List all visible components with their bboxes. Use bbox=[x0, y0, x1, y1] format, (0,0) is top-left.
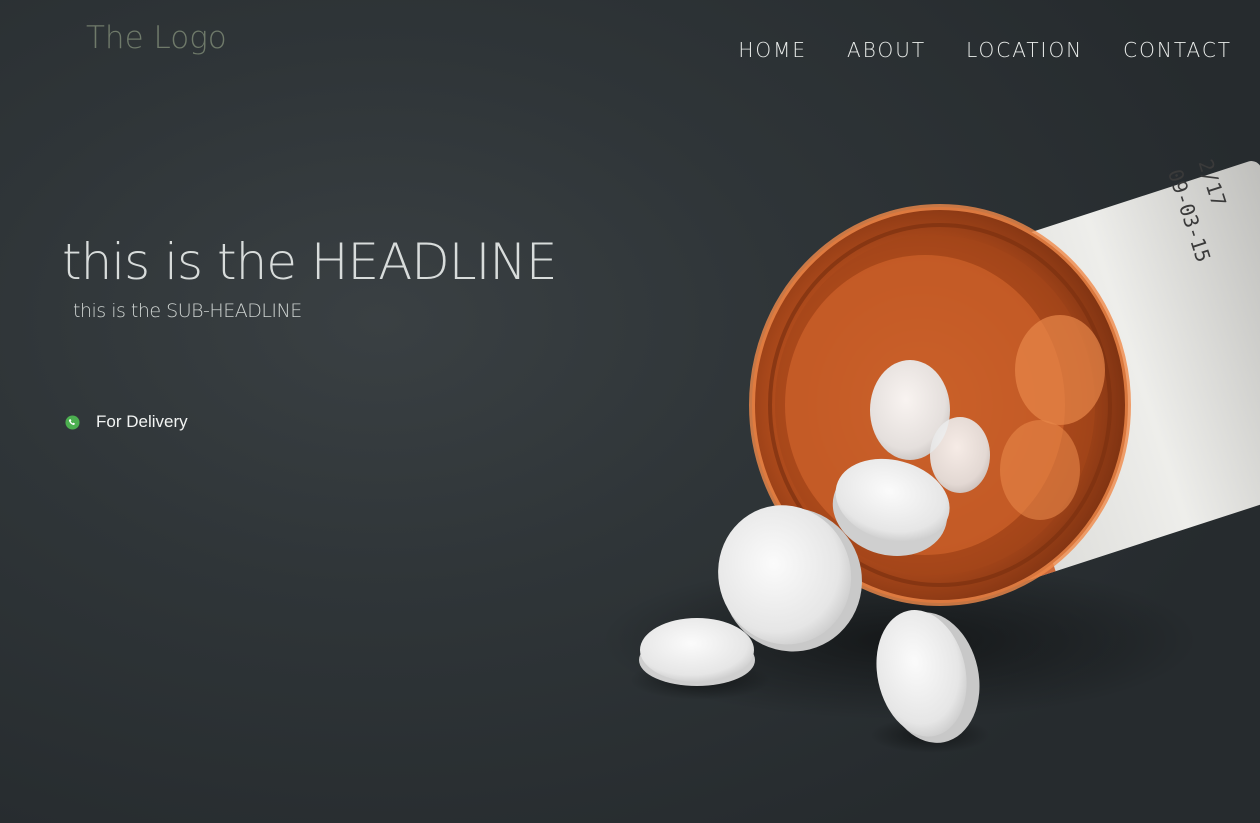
site-logo[interactable]: The Logo bbox=[86, 20, 227, 56]
pill-bottle-photo: 09-03-15 2/17 bbox=[600, 156, 1260, 753]
nav-contact[interactable]: CONTACT bbox=[1123, 38, 1232, 62]
nav-about[interactable]: ABOUT bbox=[847, 38, 926, 62]
bottle-label-date: 09-03-15 bbox=[1163, 166, 1216, 265]
nav-home[interactable]: HOME bbox=[738, 38, 807, 62]
hero-subheadline: this is the SUB-HEADLINE bbox=[73, 300, 302, 322]
bottle-label-date-2: 2/17 bbox=[1193, 156, 1231, 209]
delivery-link[interactable]: For Delivery bbox=[65, 412, 188, 432]
delivery-label: For Delivery bbox=[96, 412, 188, 431]
hero-headline: this is the HEADLINE bbox=[62, 233, 557, 291]
nav-location[interactable]: LOCATION bbox=[966, 38, 1083, 62]
main-nav: HOME ABOUT LOCATION CONTACT bbox=[738, 38, 1232, 62]
whatsapp-icon bbox=[65, 414, 80, 430]
hero-page: 09-03-15 2/17 The Logo HOME ABOUT LOCATI… bbox=[0, 0, 1260, 823]
